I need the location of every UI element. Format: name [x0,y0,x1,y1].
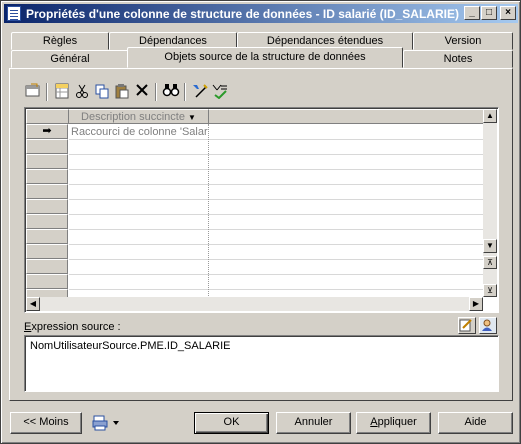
ok-button[interactable]: OK [194,412,269,434]
paste-icon[interactable] [113,83,131,101]
toolbar-separator [155,83,157,101]
row-header[interactable] [26,154,68,169]
filter-icon[interactable] [211,83,229,101]
row-header[interactable] [26,259,68,274]
tab-regles[interactable]: Règles [11,32,109,50]
scroll-up-button[interactable]: ▲ [483,109,497,123]
column-icon [7,6,21,21]
maximize-button[interactable]: □ [481,6,497,20]
source-objects-grid: Description succincte ▼ ➡ Raccourci de c… [24,107,499,313]
tab-version[interactable]: Version [413,32,513,50]
row-header[interactable] [26,244,68,259]
row-divider [69,139,484,140]
row-divider [69,154,484,155]
cut-icon[interactable] [73,83,91,101]
current-row-arrow-icon: ➡ [42,125,52,137]
row-divider [69,259,484,260]
customize-columns-icon[interactable] [191,83,209,101]
tab-notes[interactable]: Notes [403,50,513,68]
find-icon[interactable] [162,83,180,101]
row-header-current[interactable]: ➡ [26,124,68,139]
edit-expression-icon[interactable] [458,317,476,334]
toolbar-separator [184,83,186,101]
row-header[interactable] [26,214,68,229]
user-expression-icon[interactable] [479,317,497,334]
cancel-button[interactable]: Annuler [276,412,351,434]
help-button[interactable]: Aide [438,412,513,434]
row-header[interactable] [26,139,68,154]
row-description-cell[interactable]: Raccourci de colonne 'Salari [71,126,208,138]
title-bar: Propriétés d'une colonne de structure de… [4,4,518,23]
row-header[interactable] [26,184,68,199]
vertical-scrollbar[interactable]: ▲ ▼ ⊼ ⊻ [483,109,497,297]
row-divider [69,199,484,200]
apply-button[interactable]: Appliquer [356,412,431,434]
grid-corner [26,109,69,124]
add-rows-icon[interactable] [53,83,71,101]
scroll-to-top-button[interactable]: ⊼ [483,256,497,269]
row-header[interactable] [26,199,68,214]
row-divider [69,244,484,245]
row-header[interactable] [26,274,68,289]
delete-icon[interactable] [133,83,151,101]
less-button[interactable]: << Moins [10,412,82,434]
horizontal-scrollbar[interactable]: ◀ ▶ [26,297,483,311]
expression-label: Expression source : [24,321,121,333]
scroll-down-button[interactable]: ▼ [483,239,497,253]
toolbar-separator [46,83,48,101]
row-divider [69,214,484,215]
column-divider [208,124,209,298]
scroll-to-bottom-button[interactable]: ⊻ [483,284,497,297]
properties-icon[interactable] [24,83,42,101]
properties-dialog: Propriétés d'une colonne de structure de… [0,0,521,444]
scroll-right-button[interactable]: ▶ [469,297,483,311]
copy-icon[interactable] [93,83,111,101]
minimize-button[interactable]: _ [464,6,480,20]
sort-arrow-icon: ▼ [188,113,196,122]
row-divider [69,289,484,290]
row-header[interactable] [26,169,68,184]
row-divider [69,229,484,230]
column-header-description[interactable]: Description succincte ▼ [69,109,209,124]
header-filler [209,109,484,124]
window-title: Propriétés d'une colonne de structure de… [26,7,459,21]
scroll-left-button[interactable]: ◀ [26,297,40,311]
row-divider [69,169,484,170]
close-button[interactable]: × [500,6,516,20]
row-divider [69,274,484,275]
tab-objets-source[interactable]: Objets source de la structure de données [127,47,403,68]
expression-field[interactable]: NomUtilisateurSource.PME.ID_SALARIE [24,335,499,392]
tab-general[interactable]: Général [11,50,129,68]
row-header[interactable] [26,229,68,244]
print-dropdown-button[interactable] [86,412,128,434]
tab-panel: Description succincte ▼ ➡ Raccourci de c… [9,68,513,401]
row-divider [69,184,484,185]
